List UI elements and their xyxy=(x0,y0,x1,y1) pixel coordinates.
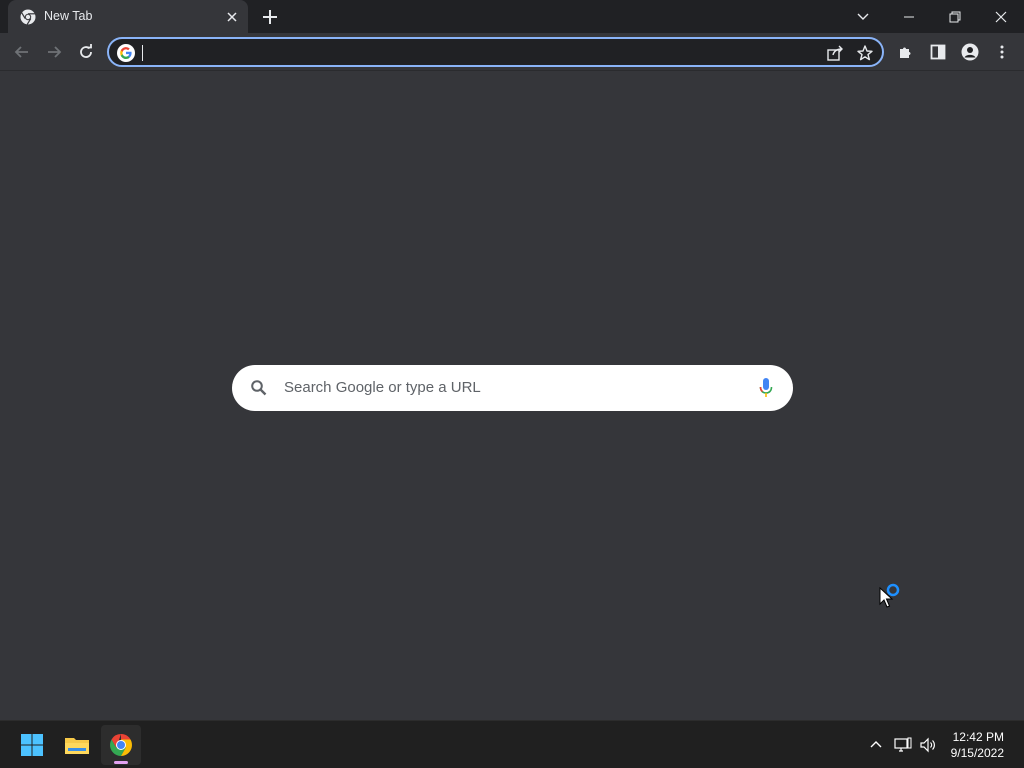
search-icon xyxy=(251,380,267,396)
profile-button[interactable] xyxy=(956,38,984,66)
close-icon xyxy=(995,11,1007,22)
new-tab-page: Search Google or type a URL xyxy=(0,71,1024,720)
chrome-icon xyxy=(110,734,132,756)
ntp-search-box[interactable]: Search Google or type a URL xyxy=(232,365,793,411)
puzzle-icon xyxy=(900,47,911,58)
google-icon xyxy=(117,44,135,62)
menu-button[interactable] xyxy=(988,38,1016,66)
back-arrow-icon xyxy=(14,46,28,58)
new-tab-button[interactable] xyxy=(260,7,280,27)
chevron-up-icon xyxy=(870,741,882,748)
loading-cursor-icon xyxy=(879,583,900,608)
forward-button[interactable] xyxy=(40,38,68,66)
volume-icon xyxy=(920,737,935,753)
system-clock[interactable]: 12:42 PM 9/15/2022 xyxy=(951,729,1004,761)
tab-title: New Tab xyxy=(44,9,93,23)
folder-icon xyxy=(65,738,89,754)
back-button[interactable] xyxy=(8,38,36,66)
close-tab-icon[interactable] xyxy=(224,9,240,25)
tab-search-button[interactable] xyxy=(840,0,886,33)
network-icon xyxy=(894,737,912,752)
chrome-taskbar-button[interactable] xyxy=(101,725,141,765)
clock-date: 9/15/2022 xyxy=(950,746,1004,760)
browser-toolbar xyxy=(0,33,1024,71)
network-button[interactable] xyxy=(893,735,913,755)
volume-button[interactable] xyxy=(918,735,938,755)
start-button[interactable] xyxy=(12,725,52,765)
close-window-button[interactable] xyxy=(978,0,1024,33)
microphone-icon[interactable] xyxy=(759,377,773,399)
file-explorer-button[interactable] xyxy=(57,725,97,765)
reload-button[interactable] xyxy=(72,38,100,66)
minimize-button[interactable] xyxy=(886,0,932,33)
windows-taskbar: 12:42 PM 9/15/2022 xyxy=(0,720,1024,768)
side-panel-button[interactable] xyxy=(924,38,952,66)
chevron-down-icon xyxy=(857,13,869,20)
chrome-icon xyxy=(20,9,36,25)
restore-button[interactable] xyxy=(932,0,978,33)
browser-titlebar: New Tab xyxy=(0,0,1024,33)
show-hidden-icons-button[interactable] xyxy=(866,735,886,755)
profile-avatar-icon xyxy=(961,43,979,61)
extensions-button[interactable] xyxy=(892,38,920,66)
active-app-indicator xyxy=(114,761,128,764)
side-panel-icon xyxy=(930,44,946,60)
minimize-icon xyxy=(904,16,914,17)
restore-icon xyxy=(949,11,961,22)
address-bar[interactable] xyxy=(107,37,884,67)
more-vertical-icon xyxy=(1000,45,1004,59)
clock-time: 12:42 PM xyxy=(952,730,1004,744)
forward-arrow-icon xyxy=(48,46,62,58)
share-icon[interactable] xyxy=(826,44,844,62)
tab-new-tab[interactable]: New Tab xyxy=(8,0,248,33)
text-caret xyxy=(142,45,143,61)
bookmark-star-icon[interactable] xyxy=(856,44,874,62)
windows-logo-icon xyxy=(21,734,43,756)
search-placeholder: Search Google or type a URL xyxy=(284,379,481,396)
reload-icon xyxy=(80,44,92,58)
